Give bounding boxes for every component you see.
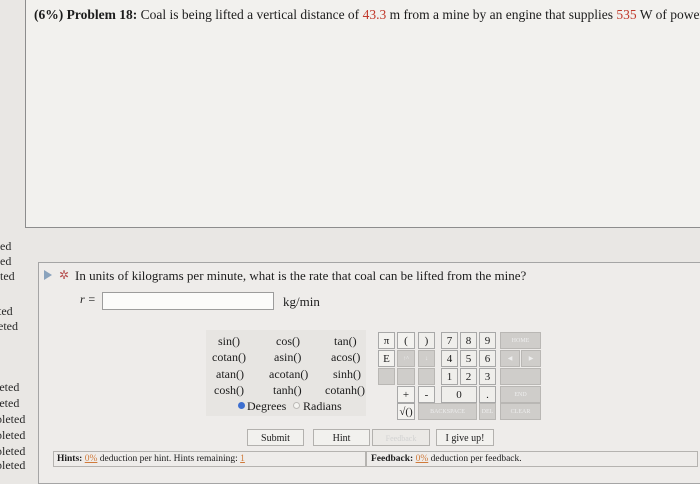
three-key[interactable]: 3 xyxy=(479,368,496,385)
give-up-button[interactable]: I give up! xyxy=(436,429,494,446)
sidebar-status-item[interactable]: ted xyxy=(0,269,15,284)
hints-remaining: 1 xyxy=(240,454,245,464)
variable-label: r = xyxy=(80,292,96,306)
five-key[interactable]: 5 xyxy=(460,350,477,367)
one-key[interactable]: 1 xyxy=(441,368,458,385)
blank-key xyxy=(397,368,415,385)
zero-key[interactable]: 0 xyxy=(441,386,477,403)
hint-deduction-percent: 0% xyxy=(84,454,98,464)
cos-button[interactable]: cos() xyxy=(276,334,300,349)
answer-input[interactable] xyxy=(102,292,274,310)
sinh-button[interactable]: sinh() xyxy=(333,367,361,382)
distance-value: 43.3 xyxy=(362,7,387,22)
hints-bar: Hints: 0% deduction per hint. Hints rema… xyxy=(53,451,366,467)
degrees-radio[interactable] xyxy=(238,402,245,409)
problem-text-after: W of power. xyxy=(639,7,700,22)
sidebar-status-item[interactable]: leted xyxy=(0,380,19,395)
asin-button[interactable]: asin() xyxy=(274,350,301,365)
nine-key[interactable]: 9 xyxy=(479,332,496,349)
feedback-bar: Feedback: 0% deduction per feedback. xyxy=(366,451,698,467)
problem-statement: (6%) Problem 18: Coal is being lifted a … xyxy=(34,7,700,23)
degrees-label[interactable]: Degrees xyxy=(247,399,286,414)
feedback-text: deduction per feedback. xyxy=(430,454,522,464)
collapse-arrow-icon[interactable] xyxy=(44,270,52,280)
cotan-button[interactable]: cotan() xyxy=(212,350,246,365)
eight-key[interactable]: 8 xyxy=(460,332,477,349)
units-label: kg/min xyxy=(283,294,320,309)
decimal-key[interactable]: . xyxy=(479,386,496,403)
backspace-key[interactable]: BACKSPACE xyxy=(418,403,477,420)
feedback-button[interactable]: Feedback xyxy=(372,429,430,446)
problem-label: Problem 18: xyxy=(66,7,138,22)
problem-weight: (6%) xyxy=(34,7,64,22)
tan-button[interactable]: tan() xyxy=(334,334,357,349)
six-key[interactable]: 6 xyxy=(479,350,496,367)
minus-key[interactable]: - xyxy=(418,386,435,403)
radians-label[interactable]: Radians xyxy=(303,399,342,414)
sidebar-status-item[interactable]: leted xyxy=(0,396,19,411)
power-value: 535 xyxy=(616,7,637,22)
plus-key[interactable]: + xyxy=(397,386,415,403)
end-key[interactable]: END xyxy=(500,386,541,403)
delete-key[interactable]: DEL xyxy=(479,403,496,420)
blank-key xyxy=(418,368,435,385)
submit-button[interactable]: Submit xyxy=(247,429,304,446)
sidebar-status-item[interactable]: pleted xyxy=(0,412,25,427)
sidebar-status-item[interactable]: pleted xyxy=(0,444,25,459)
seven-key[interactable]: 7 xyxy=(441,332,458,349)
blank-key xyxy=(500,368,541,385)
sidebar-status-item[interactable]: ed xyxy=(0,254,11,269)
part-status-icon: ✲ xyxy=(59,268,70,282)
question-text: In units of kilograms per minute, what i… xyxy=(75,268,527,283)
two-key[interactable]: 2 xyxy=(460,368,477,385)
open-paren-key[interactable]: ( xyxy=(397,332,415,349)
left-arrow-key[interactable]: ◀ xyxy=(500,350,520,367)
right-arrow-key[interactable]: ▶ xyxy=(521,350,541,367)
home-key[interactable]: HOME xyxy=(500,332,541,349)
radians-radio[interactable] xyxy=(293,402,300,409)
sqrt-key[interactable]: √() xyxy=(397,403,415,420)
problem-statement-box: (6%) Problem 18: Coal is being lifted a … xyxy=(25,0,700,228)
atan-button[interactable]: atan() xyxy=(216,367,244,382)
feedback-label: Feedback: xyxy=(371,454,414,464)
tanh-button[interactable]: tanh() xyxy=(273,383,302,398)
sidebar-status-item[interactable]: ed xyxy=(0,239,11,254)
hints-text: deduction per hint. Hints remaining: xyxy=(99,454,238,464)
up-key[interactable]: ↑^ xyxy=(397,350,415,367)
sin-button[interactable]: sin() xyxy=(218,334,240,349)
cotanh-button[interactable]: cotanh() xyxy=(325,383,365,398)
e-key[interactable]: E xyxy=(378,350,395,367)
sidebar-status-item[interactable]: ted xyxy=(0,304,13,319)
acotan-button[interactable]: acotan() xyxy=(269,367,308,382)
down-key[interactable]: ↓ xyxy=(418,350,435,367)
pi-key[interactable]: π xyxy=(378,332,395,349)
four-key[interactable]: 4 xyxy=(441,350,458,367)
close-paren-key[interactable]: ) xyxy=(418,332,435,349)
blank-key xyxy=(378,368,395,385)
hint-button[interactable]: Hint xyxy=(313,429,370,446)
sidebar-status-item[interactable]: pleted xyxy=(0,428,25,443)
sidebar-status-item[interactable]: eted xyxy=(0,319,18,334)
sidebar-status-item[interactable]: pleted xyxy=(0,458,25,473)
problem-text-before: Coal is being lifted a vertical distance… xyxy=(140,7,360,22)
feedback-deduction-percent: 0% xyxy=(415,454,429,464)
acos-button[interactable]: acos() xyxy=(331,350,360,365)
hints-label: Hints: xyxy=(57,454,83,464)
clear-key[interactable]: CLEAR xyxy=(500,403,541,420)
cosh-button[interactable]: cosh() xyxy=(214,383,244,398)
problem-text-mid: m from a mine by an engine that supplies xyxy=(389,7,614,22)
